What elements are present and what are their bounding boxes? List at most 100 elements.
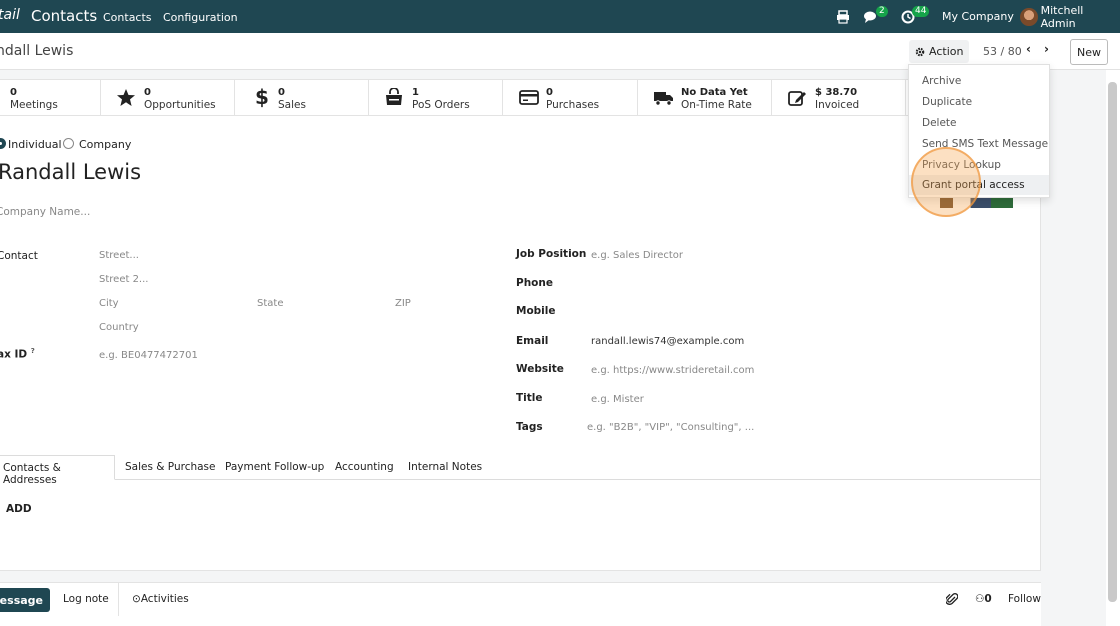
- new-button[interactable]: New: [1070, 39, 1108, 65]
- address-label: Contact: [0, 250, 38, 262]
- action-label: Action: [929, 45, 964, 58]
- log-note-button[interactable]: Log note: [63, 593, 109, 605]
- click-indicator: [911, 147, 981, 217]
- email-label: Email: [516, 335, 549, 347]
- stat-label: Opportunities: [144, 99, 216, 111]
- company-switcher[interactable]: My Company: [942, 0, 1014, 33]
- followers-count: 0: [984, 593, 992, 605]
- tax-id-label: ax ID ?: [0, 347, 35, 361]
- tab-payment-follow-up[interactable]: Payment Follow-up: [225, 455, 324, 480]
- website-label: Website: [516, 363, 564, 375]
- tab-accounting[interactable]: Accounting: [335, 455, 394, 480]
- stat-purchases[interactable]: 0 Purchases: [503, 79, 638, 116]
- state-input[interactable]: State: [257, 298, 283, 309]
- scrollbar[interactable]: [1108, 82, 1117, 602]
- add-contact-button[interactable]: ADD: [6, 503, 32, 515]
- stat-label: Purchases: [546, 99, 600, 111]
- stat-number: 0: [144, 87, 151, 98]
- notebook-tabs: Contacts & Addresses Sales & Purchase Pa…: [0, 455, 1041, 486]
- stat-label: Invoiced: [815, 99, 860, 111]
- stat-number: 0: [546, 87, 553, 98]
- stat-on-time-rate[interactable]: No Data Yet On-Time Rate: [638, 79, 772, 116]
- job-position-label: Job Position: [516, 248, 587, 260]
- truck-icon: [654, 92, 673, 106]
- stat-label: Meetings: [10, 99, 58, 111]
- messages-icon[interactable]: 2: [864, 0, 891, 33]
- star-icon: [117, 89, 135, 106]
- tax-id-label-text: ax ID: [0, 348, 28, 361]
- avatar: [1020, 7, 1038, 26]
- zip-input[interactable]: ZIP: [395, 298, 411, 309]
- tax-id-input[interactable]: e.g. BE0477472701: [99, 350, 198, 361]
- pager-previous-icon[interactable]: ‹: [1026, 42, 1031, 56]
- activities-badge: 44: [912, 6, 930, 17]
- tags-label: Tags: [516, 421, 543, 433]
- app-name-partial: tail: [0, 7, 20, 23]
- menu-item-delete[interactable]: Delete: [909, 113, 1049, 133]
- tags-input[interactable]: e.g. "B2B", "VIP", "Consulting", ...: [587, 422, 754, 433]
- street2-input[interactable]: Street 2...: [99, 274, 148, 285]
- email-input[interactable]: randall.lewis74@example.com: [591, 336, 744, 347]
- send-message-button[interactable]: message: [0, 588, 50, 612]
- form-sheet: [0, 79, 1041, 571]
- clock-icon: ⊙: [132, 593, 141, 605]
- smart-buttons: 0 Meetings 0 Opportunities $ 0 Sales 1 P…: [0, 79, 1041, 116]
- city-input[interactable]: City: [99, 298, 119, 309]
- menu-contacts[interactable]: Contacts: [103, 11, 152, 24]
- stat-opportunities[interactable]: 0 Opportunities: [101, 79, 235, 116]
- credit-card-icon: [519, 90, 539, 105]
- follow-button[interactable]: Follow: [1008, 593, 1041, 605]
- contact-name-field[interactable]: Randall Lewis: [0, 160, 141, 184]
- stat-sales[interactable]: $ 0 Sales: [235, 79, 369, 116]
- user-menu[interactable]: Mitchell Admin: [1020, 0, 1120, 33]
- stat-label: Sales: [278, 99, 306, 111]
- radio-individual-label[interactable]: Individual: [8, 138, 62, 151]
- user-name: Mitchell Admin: [1040, 3, 1084, 30]
- stat-number: 0: [10, 87, 17, 98]
- activities-button[interactable]: ⊙Activities: [132, 593, 189, 605]
- stat-number: $ 38.70: [815, 87, 858, 98]
- radio-company-label[interactable]: Company: [79, 138, 131, 151]
- menu-item-archive[interactable]: Archive: [909, 71, 1049, 91]
- activities-label: Activities: [140, 593, 189, 605]
- stat-number: 0: [278, 87, 285, 98]
- help-icon[interactable]: ?: [31, 347, 35, 355]
- gear-icon: [915, 47, 925, 56]
- shopping-bag-icon: [386, 88, 402, 105]
- dollar-icon: $: [255, 85, 269, 109]
- top-navbar: tail Contacts Contacts Configuration 2 4…: [0, 0, 1120, 33]
- menu-configuration[interactable]: Configuration: [163, 11, 238, 24]
- paperclip-icon[interactable]: [945, 592, 959, 609]
- website-input[interactable]: e.g. https://www.strideretail.com: [591, 365, 754, 376]
- street-input[interactable]: Street...: [99, 250, 139, 261]
- company-name-input[interactable]: Company Name...: [0, 206, 90, 218]
- app-title[interactable]: Contacts: [31, 7, 97, 25]
- stat-number: 1: [412, 87, 419, 98]
- title-input[interactable]: e.g. Mister: [591, 394, 644, 405]
- stat-meetings[interactable]: 0 Meetings: [0, 79, 101, 116]
- pager-next-icon[interactable]: ›: [1044, 42, 1049, 56]
- stat-number: No Data Yet: [681, 87, 748, 98]
- stat-pos-orders[interactable]: 1 PoS Orders: [369, 79, 503, 116]
- radio-company[interactable]: [63, 138, 74, 149]
- print-icon[interactable]: [836, 0, 850, 33]
- job-position-input[interactable]: e.g. Sales Director: [591, 250, 683, 261]
- activities-icon[interactable]: 44: [901, 0, 932, 33]
- mobile-label: Mobile: [516, 305, 556, 317]
- tab-sales-purchase[interactable]: Sales & Purchase: [125, 455, 216, 480]
- stat-invoiced[interactable]: $ 38.70 Invoiced: [772, 79, 906, 116]
- stat-label: On-Time Rate: [681, 99, 752, 111]
- phone-label: Phone: [516, 277, 553, 289]
- chatter-divider: [118, 582, 119, 616]
- action-button[interactable]: Action: [909, 40, 970, 63]
- country-input[interactable]: Country: [99, 322, 139, 333]
- tab-contacts-addresses[interactable]: Contacts & Addresses: [0, 455, 115, 486]
- tab-internal-notes[interactable]: Internal Notes: [408, 455, 482, 480]
- menu-item-duplicate[interactable]: Duplicate: [909, 92, 1049, 112]
- followers-button[interactable]: ⚇0: [975, 593, 992, 605]
- pencil-square-icon: [788, 91, 806, 106]
- stat-label: PoS Orders: [412, 99, 470, 111]
- breadcrumb: ndall Lewis: [0, 43, 74, 59]
- title-label: Title: [516, 392, 543, 404]
- pager-value[interactable]: 53 / 80: [983, 45, 1022, 58]
